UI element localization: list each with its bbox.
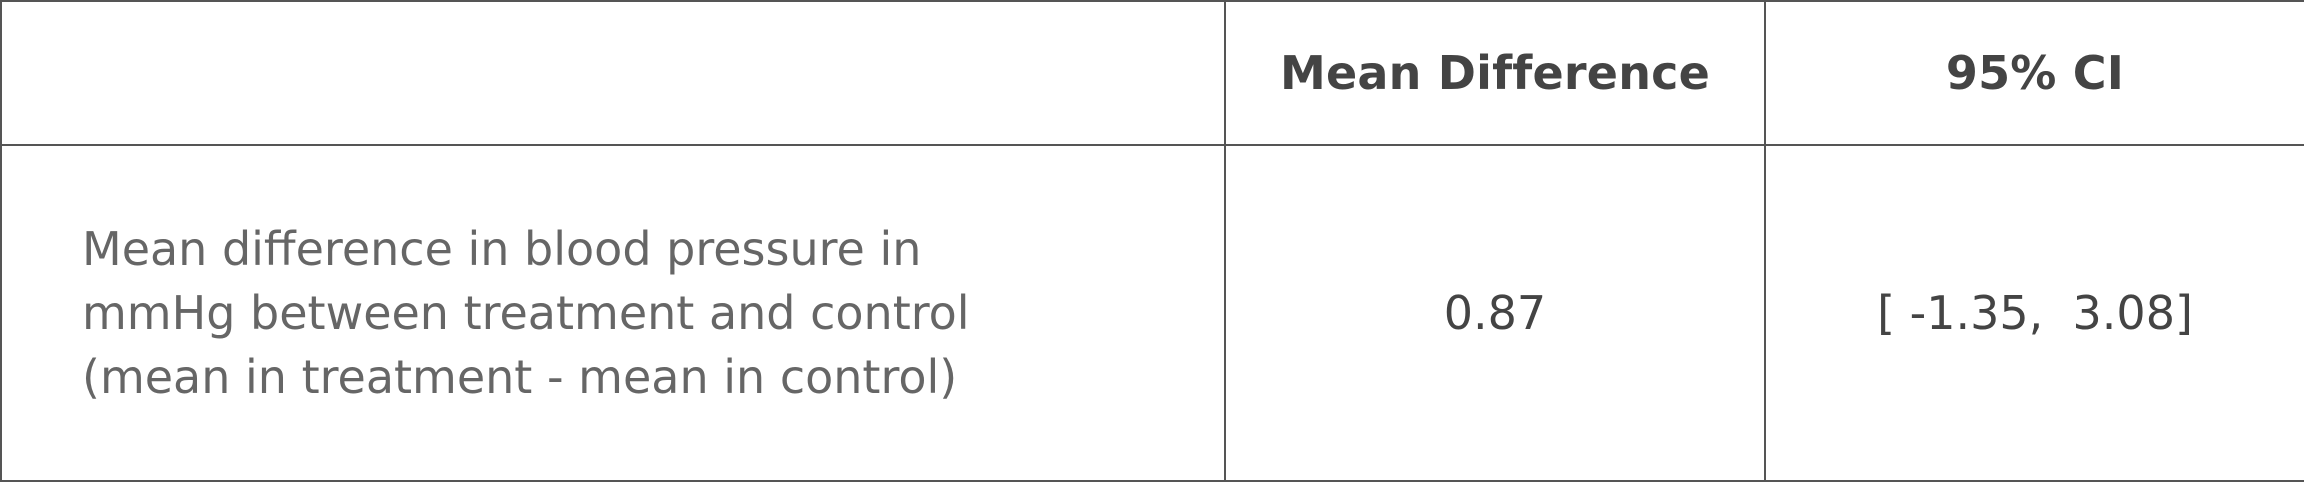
ci-header: 95% CI (1764, 0, 2304, 146)
mean-difference-value: 0.87 (1224, 144, 1766, 482)
row-label-line-1: Mean difference in blood pressure in (82, 222, 922, 276)
corner-cell (0, 0, 1226, 146)
row-label-line-2: mmHg between treatment and control (82, 286, 970, 340)
table-row: Mean difference in blood pressure in mmH… (0, 144, 2304, 482)
mean-difference-header: Mean Difference (1224, 0, 1766, 146)
results-table: Mean Difference 95% CI Mean difference i… (0, 0, 2304, 482)
ci-value: [ -1.35, 3.08] (1764, 144, 2304, 482)
header-row: Mean Difference 95% CI (0, 0, 2304, 146)
row-label-cell: Mean difference in blood pressure in mmH… (0, 144, 1226, 482)
row-label-line-3: (mean in treatment - mean in control) (82, 350, 958, 404)
